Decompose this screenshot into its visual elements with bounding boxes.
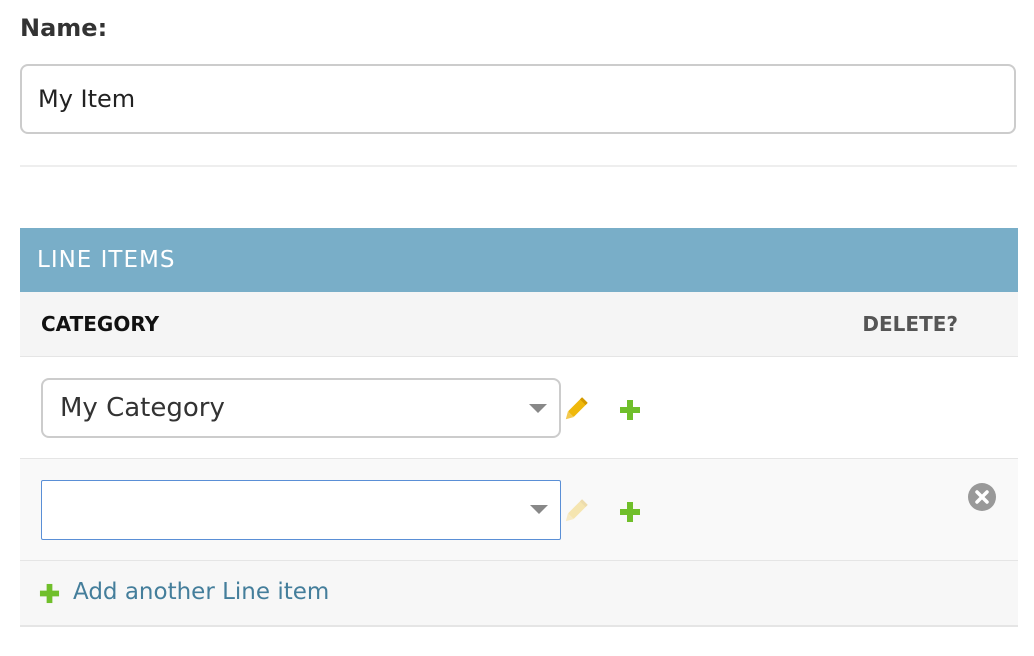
plus-icon[interactable] xyxy=(39,583,60,604)
table-row xyxy=(20,459,1018,561)
category-select[interactable]: My Category xyxy=(41,378,561,438)
add-row: Add another Line item xyxy=(20,561,1018,627)
column-header-delete: DELETE? xyxy=(862,312,958,336)
category-select[interactable] xyxy=(41,480,561,540)
pencil-icon[interactable] xyxy=(561,396,589,424)
plus-icon[interactable] xyxy=(619,399,641,421)
name-input[interactable] xyxy=(20,64,1016,134)
delete-circle-icon[interactable] xyxy=(967,482,997,512)
inline-table-header: CATEGORY DELETE? xyxy=(20,292,1018,357)
pencil-icon xyxy=(565,499,588,522)
add-another-line-item-link[interactable]: Add another Line item xyxy=(73,579,329,605)
line-items-inline: LINE ITEMS CATEGORY DELETE? My Category xyxy=(20,228,1018,627)
form-divider xyxy=(20,165,1017,167)
admin-change-form: Name: LINE ITEMS CATEGORY DELETE? My Cat… xyxy=(0,0,1034,656)
chevron-down-icon xyxy=(530,505,548,514)
name-label: Name: xyxy=(20,14,108,42)
chevron-down-icon xyxy=(529,404,547,413)
column-header-category: CATEGORY xyxy=(41,312,160,336)
inline-title: LINE ITEMS xyxy=(20,228,1018,292)
table-row: My Category xyxy=(20,357,1018,459)
category-select-value: My Category xyxy=(60,393,225,423)
plus-icon[interactable] xyxy=(619,501,641,523)
